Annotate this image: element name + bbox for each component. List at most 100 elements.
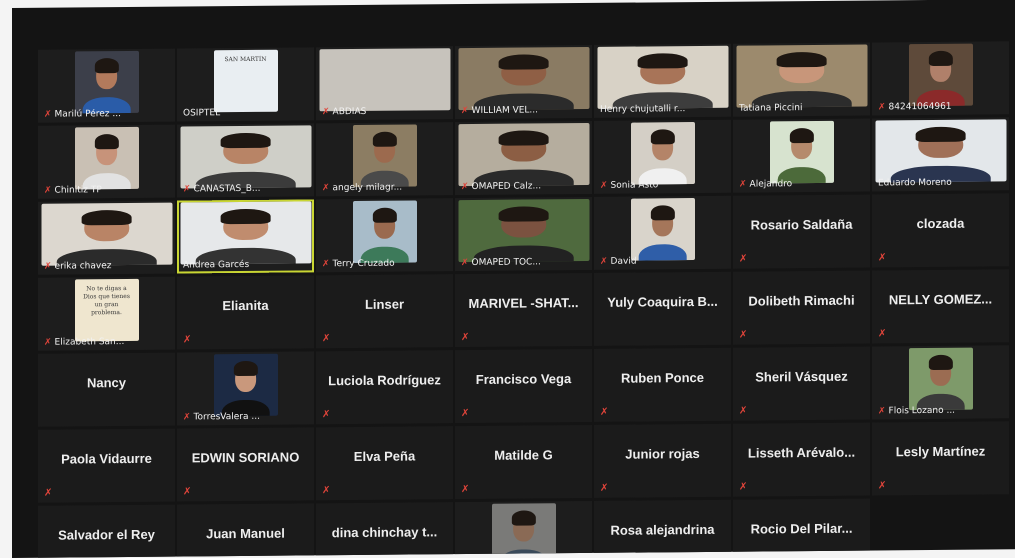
participant-hair xyxy=(81,210,132,226)
mic-muted-icon: ✗ xyxy=(461,182,469,193)
participant-hair xyxy=(220,209,271,225)
participant-tile-edwin-soriano[interactable]: EDWIN SORIANO ✗ xyxy=(177,427,314,502)
participant-tile-alejandro[interactable]: ✗ Alejandro xyxy=(733,118,870,193)
participant-name: Yuly Coaquira B... xyxy=(607,293,718,310)
participant-tile-salvador-el-rey[interactable]: Salvador el Rey xyxy=(38,504,175,558)
participant-tile-rosario-saldana[interactable]: Rosario Saldaña ✗ xyxy=(733,194,870,269)
participant-tile-yuly-coaquira-b[interactable]: Yuly Coaquira B... xyxy=(594,271,731,346)
participant-tile-flois-lozano[interactable]: ✗ Flois Lozano ... xyxy=(872,345,1009,420)
participant-name-label: OSIPTEL xyxy=(183,108,220,118)
participant-tile-linser[interactable]: Linser ✗ xyxy=(316,274,453,349)
participant-tile-elianita[interactable]: Elianita ✗ xyxy=(177,275,314,350)
participant-tile-canastas-b[interactable]: ✗ CANASTAS_B... xyxy=(177,123,314,198)
participant-name: David xyxy=(610,256,637,267)
participant-tile-dina-chinchay-t[interactable]: dina chinchay t... xyxy=(316,502,453,558)
participant-name: Francisco Vega xyxy=(475,371,572,387)
participant-video xyxy=(630,122,695,185)
participant-tile-lisseth-arevalo[interactable]: Lisseth Arévalo... ✗ xyxy=(733,422,870,497)
participant-hair xyxy=(220,133,271,149)
participant-video xyxy=(458,46,589,111)
participant-name: Chinitiz TP xyxy=(54,185,102,196)
participant-name-label: ✗ Marilú Pérez ... xyxy=(44,109,121,120)
participant-tile-andrea-garces[interactable]: Andrea Garcés xyxy=(177,199,314,274)
mic-muted-icon: ✗ xyxy=(461,258,469,269)
participant-tile-omaped-toc[interactable]: ✗ OMAPED TOC... xyxy=(455,196,592,272)
participant-name: MARIVEL -SHAT... xyxy=(468,295,579,312)
participant-name-label: ✗ Elizabeth San... xyxy=(44,337,124,348)
mic-muted-icon: ✗ xyxy=(878,480,887,492)
participant-hair xyxy=(789,128,814,144)
participant-name-label: ✗ David xyxy=(600,257,637,267)
participant-tile-rocio-del-pilar[interactable]: Rocio Del Pilar... xyxy=(733,498,870,558)
participant-tile-matilde-g[interactable]: Matilde G ✗ xyxy=(455,424,592,500)
participant-tile-abdias[interactable]: ✗ ABDIAS xyxy=(316,46,453,121)
mic-muted-icon: ✗ xyxy=(322,333,331,345)
participant-tile-luciola-rodriguez[interactable]: Luciola Rodríguez ✗ xyxy=(316,350,453,425)
participant-tile-osiptel[interactable]: SAN MARTÍN OSIPTEL xyxy=(177,47,314,122)
mic-muted-icon: ✗ xyxy=(739,253,748,265)
participant-tile-rosa-alejandrina[interactable]: Rosa alejandrina xyxy=(594,499,731,558)
participant-video xyxy=(41,202,172,266)
participant-tile-marivel-shat[interactable]: MARIVEL -SHAT... ✗ xyxy=(455,272,592,348)
mic-muted-icon: ✗ xyxy=(322,485,331,497)
participant-tile-eduardo-moreno[interactable]: Eduardo Moreno xyxy=(872,117,1009,192)
zoom-screen: ✗ Marilú Pérez ... SAN MARTÍN OSIPTEL ✗ ABDIA… xyxy=(12,0,1015,558)
participant-tile-sonia-asto[interactable]: ✗ Sonia Asto xyxy=(594,119,731,194)
participant-name: dina chinchay t... xyxy=(331,524,438,541)
participant-hair xyxy=(511,510,536,526)
mic-muted-icon: ✗ xyxy=(183,412,191,423)
participant-tile-junior-rojas[interactable]: Junior rojas ✗ xyxy=(594,423,731,498)
participant-tile-nelly-gomez[interactable]: NELLY GOMEZ... ✗ xyxy=(872,269,1009,344)
participant-name-label: Henry chujutalli r... xyxy=(600,104,685,115)
participant-name: erika chavez xyxy=(54,261,112,272)
participant-tile-henry-chujutalli-r[interactable]: Henry chujutalli r... xyxy=(594,43,731,118)
participant-tile-lesly-martinez[interactable]: Lesly Martínez ✗ xyxy=(872,421,1009,496)
participant-name: Flois Lozano ... xyxy=(888,405,956,417)
participant-name: Nancy xyxy=(86,375,127,391)
mic-muted-icon: ✗ xyxy=(322,107,330,118)
participant-tile-paola-vidaurre[interactable]: Paola Vidaurre ✗ xyxy=(38,428,175,503)
participant-tile-chinitiz-tp[interactable]: ✗ Chinitiz TP xyxy=(38,124,175,199)
participant-tile-elizabeth-san[interactable]: No te digas a Dios que tienes un gran pr… xyxy=(38,276,175,351)
participant-name-label: ✗ ABDIAS xyxy=(322,107,366,117)
participant-tile-nancy[interactable]: Nancy xyxy=(38,352,175,427)
participant-name: Elva Peña xyxy=(353,448,416,465)
participant-name-label: ✗ CANASTAS_B... xyxy=(183,184,261,195)
participant-tile-torresvalera[interactable]: ✗ TorresValera ... xyxy=(177,351,314,426)
participant-tile-david[interactable]: ✗ David xyxy=(594,195,731,270)
participant-name-label: ✗ Chinitiz TP xyxy=(44,185,102,196)
participant-tile-clozada[interactable]: clozada ✗ xyxy=(872,193,1009,268)
participant-tile-omaped-calz[interactable]: ✗ OMAPED Calz... xyxy=(455,120,592,196)
participant-tile-sheril-vasquez[interactable]: Sheril Vásquez ✗ xyxy=(733,346,870,421)
mic-muted-icon: ✗ xyxy=(739,329,748,341)
participant-tile-francisco-vega[interactable]: Francisco Vega ✗ xyxy=(455,348,592,424)
mic-muted-icon: ✗ xyxy=(183,486,192,498)
participant-tile-juan-manuel[interactable]: Juan Manuel xyxy=(177,503,314,558)
participant-tile-ruben-ponce[interactable]: Ruben Ponce ✗ xyxy=(594,347,731,422)
participant-name-label: ✗ Sonia Asto xyxy=(600,180,658,191)
participant-name-label: ✗ angely milagr... xyxy=(322,183,402,194)
participant-name: Junior rojas xyxy=(625,445,700,462)
participant-tile-elva-pena[interactable]: Elva Peña ✗ xyxy=(316,426,453,501)
participant-tile-angely-milagr[interactable]: ✗ angely milagr... xyxy=(316,122,453,197)
participant-video xyxy=(458,122,589,187)
participant-hair xyxy=(776,52,827,68)
mic-muted-icon: ✗ xyxy=(322,183,330,194)
participant-tile-terry-cruzado[interactable]: ✗ Terry Cruzado xyxy=(316,198,453,273)
participant-tile-erika-chavez[interactable]: ✗ erika chavez xyxy=(38,200,175,275)
participant-tile-william-vel[interactable]: ✗ WILLIAM VEL... xyxy=(455,44,592,120)
participant-tile-84241064961[interactable]: ✗ 84241064961 xyxy=(872,41,1009,116)
participant-tile-marilu-perez[interactable]: ✗ Marilú Pérez ... xyxy=(38,48,175,123)
participant-name-label: Eduardo Moreno xyxy=(878,178,952,189)
participant-tile-video-45[interactable] xyxy=(455,500,592,558)
participant-name: Ruben Ponce xyxy=(620,369,705,386)
participant-video xyxy=(180,125,311,189)
participant-tile-tatiana-piccini[interactable]: Tatiana Piccini xyxy=(733,42,870,117)
participant-tile-dolibeth-rimachi[interactable]: Dolibeth Rimachi ✗ xyxy=(733,270,870,345)
participant-name: Eduardo Moreno xyxy=(878,177,952,189)
participant-name-label: ✗ Alejandro xyxy=(739,179,792,189)
participant-name: Lesly Martínez xyxy=(895,443,986,460)
participant-hair xyxy=(650,205,675,221)
mic-muted-icon: ✗ xyxy=(461,106,469,117)
participant-name: Tatiana Piccini xyxy=(739,103,803,114)
